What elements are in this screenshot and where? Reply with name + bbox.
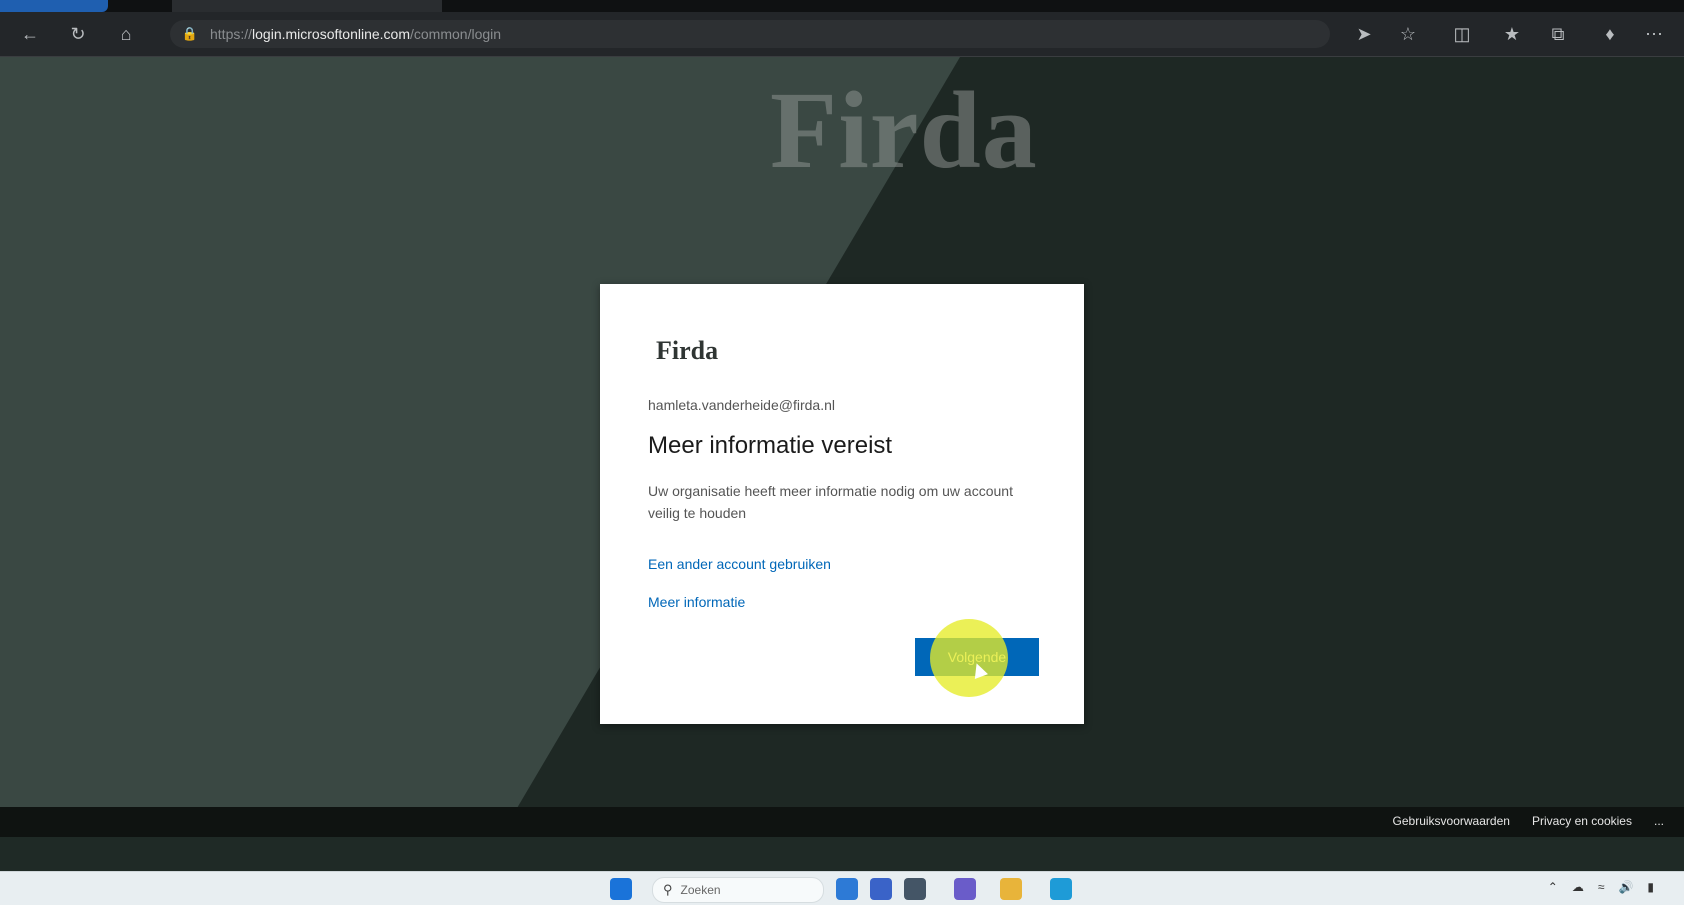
login-page: Firda Firda hamleta.vanderheide@firda.nl… xyxy=(0,57,1684,837)
tab-strip xyxy=(0,0,1684,12)
address-bar[interactable]: 🔒 https://login.microsoftonline.com/comm… xyxy=(170,20,1330,48)
page-footer: Gebruiksvoorwaarden Privacy en cookies .… xyxy=(0,807,1684,837)
account-email: hamleta.vanderheide@firda.nl xyxy=(648,397,835,413)
search-icon: ⚲ xyxy=(663,882,673,897)
volume-icon[interactable]: 🔊 xyxy=(1618,880,1633,894)
collections-icon[interactable]: ⧉ xyxy=(1544,20,1572,48)
back-icon[interactable]: ← xyxy=(16,20,44,48)
teams-icon[interactable] xyxy=(954,878,976,900)
dialog-title: Meer informatie vereist xyxy=(648,432,893,459)
taskbar: ⚲ Zoeken ⌃ ☁ ≈ 🔊 ▮ xyxy=(0,871,1684,905)
system-tray: ⌃ ☁ ≈ 🔊 ▮ xyxy=(1548,880,1654,894)
copilot-icon[interactable]: ♦ xyxy=(1596,20,1624,48)
task-view-icon[interactable] xyxy=(836,878,858,900)
edge-icon[interactable] xyxy=(1050,878,1072,900)
next-button[interactable]: Volgende xyxy=(915,638,1039,676)
url-host: login.microsoftonline.com xyxy=(252,26,410,42)
footer-more-link[interactable]: ... xyxy=(1654,814,1664,828)
refresh-icon[interactable]: ↻ xyxy=(64,20,92,48)
browser-toolbar: ← ↻ ⌂ 🔒 https://login.microsoftonline.co… xyxy=(0,12,1684,57)
chevron-up-icon[interactable]: ⌃ xyxy=(1548,880,1558,894)
dialog-description: Uw organisatie heeft meer informatie nod… xyxy=(648,483,1013,521)
terms-link[interactable]: Gebruiksvoorwaarden xyxy=(1393,814,1510,828)
battery-icon[interactable]: ▮ xyxy=(1647,880,1654,894)
favorites-icon[interactable]: ★ xyxy=(1498,20,1526,48)
wifi-icon[interactable]: ≈ xyxy=(1598,880,1605,894)
background-logo: Firda xyxy=(770,69,1038,191)
login-dialog: Firda hamleta.vanderheide@firda.nl Meer … xyxy=(600,284,1084,724)
more-icon[interactable]: ⋯ xyxy=(1640,20,1668,48)
start-icon[interactable] xyxy=(610,878,632,900)
widgets-icon[interactable] xyxy=(870,878,892,900)
taskbar-search[interactable]: ⚲ Zoeken xyxy=(652,877,824,903)
url-path: /common/login xyxy=(410,26,502,42)
split-screen-icon[interactable]: ◫ xyxy=(1448,20,1476,48)
more-info-link[interactable]: Meer informatie xyxy=(648,594,745,610)
file-explorer-icon[interactable] xyxy=(1000,878,1022,900)
chat-icon[interactable] xyxy=(904,878,926,900)
dialog-logo: Firda xyxy=(656,336,719,365)
onedrive-icon[interactable]: ☁ xyxy=(1572,880,1584,894)
privacy-link[interactable]: Privacy en cookies xyxy=(1532,814,1632,828)
favorite-icon[interactable]: ☆ xyxy=(1394,20,1422,48)
use-other-account-link[interactable]: Een ander account gebruiken xyxy=(648,556,831,572)
url-text[interactable]: https://login.microsoftonline.com/common… xyxy=(210,26,501,42)
tab-inactive[interactable] xyxy=(172,0,442,12)
home-icon[interactable]: ⌂ xyxy=(112,20,140,48)
url-prefix: https:// xyxy=(210,26,253,42)
search-placeholder: Zoeken xyxy=(680,883,721,897)
lock-icon[interactable]: 🔒 xyxy=(176,26,204,42)
tab-active[interactable] xyxy=(0,0,108,12)
read-aloud-icon[interactable]: ➤ xyxy=(1350,20,1378,48)
